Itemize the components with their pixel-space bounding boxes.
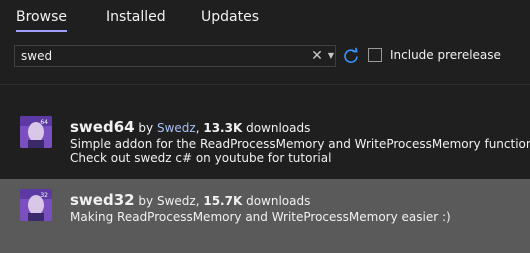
package-row-swed32[interactable]: 32 swed32 by Swedz, 15.7K downloads Maki… <box>0 179 530 253</box>
package-row-swed64[interactable]: 64 swed64 by Swedz, 13.3K downloads Simp… <box>0 106 530 176</box>
search-input[interactable] <box>15 46 295 66</box>
package-author-link[interactable]: Swedz <box>157 194 196 208</box>
include-prerelease-checkbox[interactable] <box>368 48 382 62</box>
package-by: by <box>138 194 154 208</box>
icon-badge: 64 <box>40 119 48 126</box>
search-box: ✕ ▼ <box>14 45 336 67</box>
tab-updates[interactable]: Updates <box>201 9 259 25</box>
tab-bar: Browse Installed Updates <box>0 0 530 34</box>
package-name: swed64 <box>70 118 135 136</box>
package-description-line2: Check out swedz c# on youtube for tutori… <box>70 151 332 165</box>
divider <box>0 84 530 85</box>
tab-browse[interactable]: Browse <box>16 9 67 25</box>
include-prerelease-label: Include prerelease <box>390 48 501 62</box>
package-description-line1: Making ReadProcessMemory and WriteProces… <box>70 210 451 224</box>
package-downloads-label: downloads <box>246 121 311 135</box>
tab-installed[interactable]: Installed <box>106 9 166 25</box>
refresh-icon[interactable] <box>342 46 360 66</box>
chevron-down-icon[interactable]: ▼ <box>326 47 336 65</box>
package-title: swed32 by Swedz, 15.7K downloads <box>70 191 311 209</box>
package-by: by <box>138 121 154 135</box>
icon-badge: 32 <box>40 192 48 199</box>
package-download-count: 15.7K <box>203 194 243 208</box>
package-author-link[interactable]: Swedz <box>157 121 196 135</box>
package-description-line1: Simple addon for the ReadProcessMemory a… <box>70 137 530 151</box>
package-name: swed32 <box>70 191 135 209</box>
package-title: swed64 by Swedz, 13.3K downloads <box>70 118 311 136</box>
package-download-count: 13.3K <box>203 121 243 135</box>
package-icon: 64 <box>20 116 52 148</box>
package-downloads-label: downloads <box>246 194 311 208</box>
package-icon: 32 <box>20 189 52 221</box>
active-tab-indicator <box>16 30 67 32</box>
close-icon[interactable]: ✕ <box>310 47 324 65</box>
